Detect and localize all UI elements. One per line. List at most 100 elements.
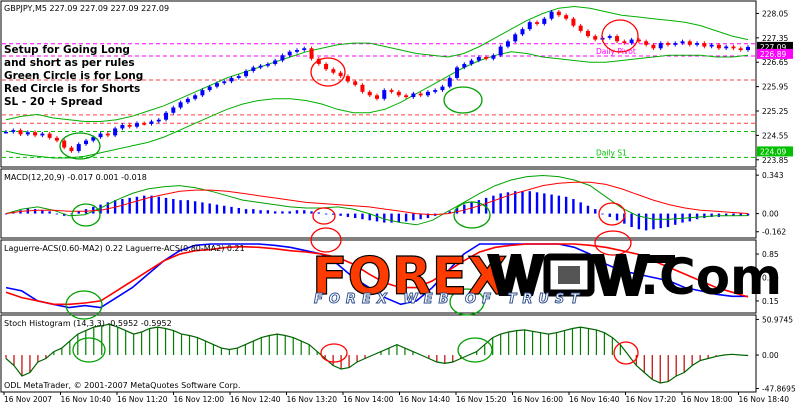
macd-histogram-bar	[557, 195, 561, 214]
candle-body	[4, 131, 8, 134]
time-tick-label: 16 Nov 14:40	[400, 395, 451, 404]
macd-histogram-bar	[404, 213, 408, 222]
laguerre-title: Laguerre-ACS(0.60-MA2) 0.22 Laguerre-ACS…	[4, 244, 245, 253]
price-tick-label: 226.65	[762, 58, 788, 67]
macd-histogram-bar	[223, 205, 226, 214]
price-tick-label: 228.05	[762, 9, 788, 18]
candle-body	[287, 51, 292, 56]
candle-body	[62, 140, 67, 148]
candle-body	[11, 130, 16, 132]
price-badge-text: 224.09	[760, 147, 786, 156]
candle-body	[258, 65, 263, 68]
macd-histogram-bar	[652, 213, 655, 230]
macd-histogram-bar	[695, 213, 699, 220]
candle-body	[607, 36, 612, 38]
candle-body	[535, 22, 540, 24]
candle-body	[520, 29, 525, 35]
watermark-tagline: FOREX WEB OF TRUST	[314, 292, 585, 307]
macd-histogram-bar	[281, 211, 284, 214]
time-tick-label: 16 Nov 14:00	[343, 395, 394, 404]
macd-histogram-bar	[55, 213, 59, 215]
time-tick-label: 16 Nov 13:20	[287, 395, 338, 404]
candle-body	[549, 11, 554, 19]
candle-body	[738, 48, 743, 51]
candle-body	[18, 130, 23, 135]
time-tick-label: 16 Nov 12:00	[174, 395, 225, 404]
macd-histogram-bar	[608, 213, 611, 217]
macd-histogram-bar	[244, 209, 248, 214]
candle-body	[505, 41, 510, 47]
macd-histogram-bar	[273, 211, 277, 214]
candle-body	[418, 93, 423, 96]
candle-body	[687, 41, 692, 45]
candle-body	[615, 36, 620, 42]
candle-body	[25, 132, 30, 135]
price-tick-label: 225.95	[762, 83, 788, 92]
time-tick-label: 16 Nov 11:20	[117, 395, 168, 404]
candle-body	[651, 44, 656, 49]
candle-body	[484, 57, 489, 59]
stoch-tick-label: 50.9745	[762, 315, 793, 324]
macd-histogram-bar	[41, 210, 44, 214]
candle-body	[658, 43, 663, 49]
macd-histogram-bar	[601, 213, 604, 215]
macd-histogram-bar	[252, 209, 255, 214]
macd-histogram-bar	[288, 211, 291, 214]
candle-body	[273, 60, 278, 64]
candle-body	[724, 46, 729, 49]
annotation-line: Setup for Going Long	[4, 44, 130, 56]
macd-histogram-bar	[514, 191, 517, 214]
time-tick-label: 16 Nov 16:00	[513, 395, 564, 404]
candle-body	[120, 124, 125, 129]
macd-histogram-bar	[346, 213, 350, 217]
candle-body	[40, 133, 45, 136]
time-tick-label: 16 Nov 16:40	[569, 395, 620, 404]
candle-body	[396, 91, 401, 96]
candle-body	[185, 98, 190, 103]
candle-body	[746, 46, 750, 51]
macd-title: MACD(12,20,9) -0.017 0.001 -0.018	[4, 173, 147, 182]
candle-body	[462, 63, 467, 68]
macd-histogram-bar	[128, 197, 131, 214]
candle-body	[33, 132, 38, 136]
candle-body	[382, 90, 387, 99]
macd-histogram-bar	[303, 210, 306, 214]
candle-body	[389, 90, 394, 92]
symbol-title: GBPJPY,M5 227.09 227.09 227.09 227.09	[4, 4, 169, 13]
candle-body	[644, 41, 649, 45]
price-tick-label: 225.25	[762, 107, 788, 116]
macd-histogram-bar	[208, 203, 211, 214]
annotation-line: and short as per rules	[4, 57, 135, 69]
candle-body	[229, 77, 234, 82]
candle-body	[251, 67, 256, 71]
watermark-logo: FOREX .Com FOREX WEB OF TRUST	[311, 246, 782, 307]
macd-histogram-bar	[564, 196, 568, 214]
macd-histogram-bar	[615, 213, 619, 221]
candle-body	[47, 133, 52, 138]
macd-histogram-bar	[717, 213, 721, 217]
candle-body	[84, 140, 89, 145]
macd-histogram-bar	[201, 202, 204, 214]
candle-body	[280, 55, 285, 61]
macd-histogram-bar	[586, 205, 590, 214]
macd-histogram-bar	[179, 200, 182, 214]
annotation-line: SL - 20 + Spread	[4, 96, 103, 108]
macd-histogram-bar	[528, 191, 531, 214]
candle-body	[156, 119, 161, 122]
candle-body	[716, 44, 721, 49]
candle-body	[265, 63, 270, 66]
candle-body	[702, 43, 707, 47]
macd-histogram-bar	[339, 213, 342, 216]
candle-body	[367, 91, 372, 96]
macd-histogram-bar	[295, 210, 299, 214]
macd-histogram-bar	[543, 193, 546, 214]
candle-body	[164, 112, 169, 120]
time-tick-label: 16 Nov 18:00	[682, 395, 733, 404]
stoch-tick-label: 0.00	[762, 351, 779, 360]
candle-body	[564, 15, 569, 19]
macd-histogram-bar	[499, 193, 502, 214]
candle-body	[476, 57, 481, 61]
macd-histogram-bar	[463, 204, 466, 214]
copyright-text: ODL MetaTrader, © 2001-2007 MetaQuotes S…	[4, 381, 240, 390]
candle-body	[411, 93, 416, 98]
